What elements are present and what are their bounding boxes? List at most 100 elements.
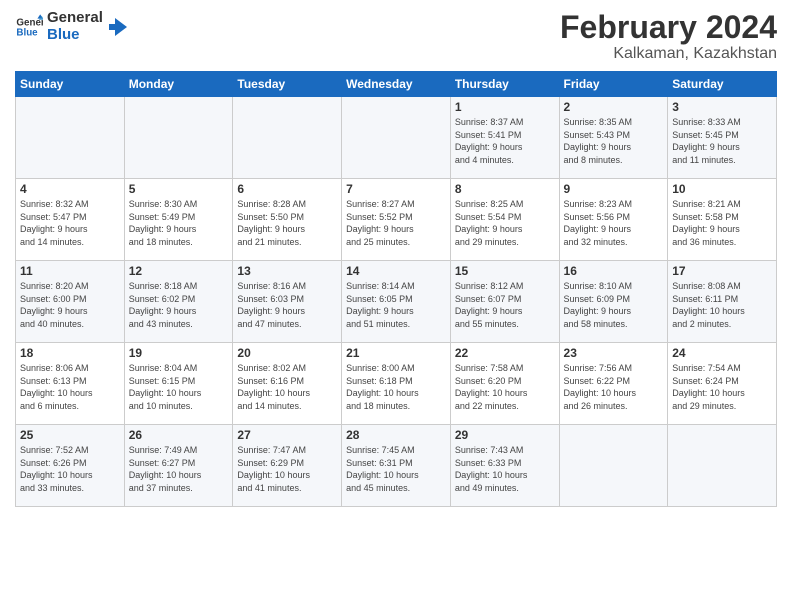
day-info: Sunrise: 8:27 AM Sunset: 5:52 PM Dayligh… (346, 198, 446, 248)
day-number: 5 (129, 182, 229, 196)
table-row (124, 97, 233, 179)
week-row-4: 18 Sunrise: 8:06 AM Sunset: 6:13 PM Dayli… (16, 343, 777, 425)
day-number: 25 (20, 428, 120, 442)
logo-text-blue: Blue (47, 27, 103, 44)
day-info: Sunrise: 8:23 AM Sunset: 5:56 PM Dayligh… (564, 198, 664, 248)
week-row-3: 11 Sunrise: 8:20 AM Sunset: 6:00 PM Dayli… (16, 261, 777, 343)
table-row: 24 Sunrise: 7:54 AM Sunset: 6:24 PM Dayli… (668, 343, 777, 425)
table-row: 29 Sunrise: 7:43 AM Sunset: 6:33 PM Dayli… (450, 425, 559, 507)
day-info: Sunrise: 8:08 AM Sunset: 6:11 PM Dayligh… (672, 280, 772, 330)
day-info: Sunrise: 8:30 AM Sunset: 5:49 PM Dayligh… (129, 198, 229, 248)
calendar-title: February 2024 (560, 10, 777, 45)
header-tuesday: Tuesday (233, 72, 342, 97)
day-info: Sunrise: 8:12 AM Sunset: 6:07 PM Dayligh… (455, 280, 555, 330)
day-number: 17 (672, 264, 772, 278)
header: General Blue General Blue February 2024 … (15, 10, 777, 63)
table-row: 3Sunrise: 8:33 AM Sunset: 5:45 PM Daylig… (668, 97, 777, 179)
week-row-2: 4Sunrise: 8:32 AM Sunset: 5:47 PM Daylig… (16, 179, 777, 261)
day-number: 13 (237, 264, 337, 278)
day-number: 10 (672, 182, 772, 196)
calendar-table: Sunday Monday Tuesday Wednesday Thursday… (15, 71, 777, 507)
day-number: 1 (455, 100, 555, 114)
weekday-header-row: Sunday Monday Tuesday Wednesday Thursday… (16, 72, 777, 97)
header-saturday: Saturday (668, 72, 777, 97)
day-info: Sunrise: 7:43 AM Sunset: 6:33 PM Dayligh… (455, 444, 555, 494)
table-row: 9 Sunrise: 8:23 AM Sunset: 5:56 PM Daylig… (559, 179, 668, 261)
week-row-1: 1 Sunrise: 8:37 AM Sunset: 5:41 PM Daylig… (16, 97, 777, 179)
table-row: 26 Sunrise: 7:49 AM Sunset: 6:27 PM Dayli… (124, 425, 233, 507)
week-row-5: 25 Sunrise: 7:52 AM Sunset: 6:26 PM Dayli… (16, 425, 777, 507)
table-row (233, 97, 342, 179)
day-info: Sunrise: 7:45 AM Sunset: 6:31 PM Dayligh… (346, 444, 446, 494)
header-friday: Friday (559, 72, 668, 97)
table-row: 11 Sunrise: 8:20 AM Sunset: 6:00 PM Dayli… (16, 261, 125, 343)
day-number: 7 (346, 182, 446, 196)
logo-icon: General Blue (15, 13, 43, 41)
day-info: Sunrise: 8:20 AM Sunset: 6:00 PM Dayligh… (20, 280, 120, 330)
day-info: Sunrise: 8:00 AM Sunset: 6:18 PM Dayligh… (346, 362, 446, 412)
day-number: 23 (564, 346, 664, 360)
day-info: Sunrise: 7:52 AM Sunset: 6:26 PM Dayligh… (20, 444, 120, 494)
day-info: Sunrise: 7:54 AM Sunset: 6:24 PM Dayligh… (672, 362, 772, 412)
table-row: 19 Sunrise: 8:04 AM Sunset: 6:15 PM Dayli… (124, 343, 233, 425)
header-sunday: Sunday (16, 72, 125, 97)
title-block: February 2024 Kalkaman, Kazakhstan (560, 10, 777, 63)
logo-text-general: General (47, 10, 103, 27)
table-row: 4Sunrise: 8:32 AM Sunset: 5:47 PM Daylig… (16, 179, 125, 261)
day-number: 28 (346, 428, 446, 442)
logo-arrow-icon (107, 16, 129, 38)
day-number: 6 (237, 182, 337, 196)
table-row: 5 Sunrise: 8:30 AM Sunset: 5:49 PM Daylig… (124, 179, 233, 261)
day-number: 12 (129, 264, 229, 278)
day-info: Sunrise: 8:33 AM Sunset: 5:45 PM Dayligh… (672, 116, 772, 166)
day-info: Sunrise: 8:28 AM Sunset: 5:50 PM Dayligh… (237, 198, 337, 248)
page: General Blue General Blue February 2024 … (0, 0, 792, 612)
table-row: 28 Sunrise: 7:45 AM Sunset: 6:31 PM Dayli… (342, 425, 451, 507)
day-number: 29 (455, 428, 555, 442)
table-row: 18 Sunrise: 8:06 AM Sunset: 6:13 PM Dayli… (16, 343, 125, 425)
table-row: 25 Sunrise: 7:52 AM Sunset: 6:26 PM Dayli… (16, 425, 125, 507)
table-row: 1 Sunrise: 8:37 AM Sunset: 5:41 PM Daylig… (450, 97, 559, 179)
calendar-subtitle: Kalkaman, Kazakhstan (560, 45, 777, 63)
header-monday: Monday (124, 72, 233, 97)
day-number: 8 (455, 182, 555, 196)
table-row: 17 Sunrise: 8:08 AM Sunset: 6:11 PM Dayli… (668, 261, 777, 343)
table-row: 13Sunrise: 8:16 AM Sunset: 6:03 PM Dayli… (233, 261, 342, 343)
day-number: 26 (129, 428, 229, 442)
table-row (668, 425, 777, 507)
day-info: Sunrise: 8:04 AM Sunset: 6:15 PM Dayligh… (129, 362, 229, 412)
svg-text:Blue: Blue (16, 27, 38, 38)
table-row (342, 97, 451, 179)
table-row: 23 Sunrise: 7:56 AM Sunset: 6:22 PM Dayli… (559, 343, 668, 425)
day-number: 24 (672, 346, 772, 360)
day-info: Sunrise: 8:10 AM Sunset: 6:09 PM Dayligh… (564, 280, 664, 330)
day-number: 21 (346, 346, 446, 360)
table-row: 2Sunrise: 8:35 AM Sunset: 5:43 PM Daylig… (559, 97, 668, 179)
table-row (16, 97, 125, 179)
table-row: 10Sunrise: 8:21 AM Sunset: 5:58 PM Dayli… (668, 179, 777, 261)
table-row: 7 Sunrise: 8:27 AM Sunset: 5:52 PM Daylig… (342, 179, 451, 261)
day-number: 9 (564, 182, 664, 196)
table-row: 12 Sunrise: 8:18 AM Sunset: 6:02 PM Dayli… (124, 261, 233, 343)
day-info: Sunrise: 8:37 AM Sunset: 5:41 PM Dayligh… (455, 116, 555, 166)
day-number: 19 (129, 346, 229, 360)
day-info: Sunrise: 8:06 AM Sunset: 6:13 PM Dayligh… (20, 362, 120, 412)
day-info: Sunrise: 8:35 AM Sunset: 5:43 PM Dayligh… (564, 116, 664, 166)
header-wednesday: Wednesday (342, 72, 451, 97)
day-number: 22 (455, 346, 555, 360)
day-info: Sunrise: 8:18 AM Sunset: 6:02 PM Dayligh… (129, 280, 229, 330)
day-number: 27 (237, 428, 337, 442)
day-info: Sunrise: 7:56 AM Sunset: 6:22 PM Dayligh… (564, 362, 664, 412)
table-row: 8Sunrise: 8:25 AM Sunset: 5:54 PM Daylig… (450, 179, 559, 261)
table-row (559, 425, 668, 507)
day-number: 11 (20, 264, 120, 278)
table-row: 21 Sunrise: 8:00 AM Sunset: 6:18 PM Dayli… (342, 343, 451, 425)
day-info: Sunrise: 7:49 AM Sunset: 6:27 PM Dayligh… (129, 444, 229, 494)
day-number: 18 (20, 346, 120, 360)
table-row: 27 Sunrise: 7:47 AM Sunset: 6:29 PM Dayli… (233, 425, 342, 507)
day-info: Sunrise: 8:14 AM Sunset: 6:05 PM Dayligh… (346, 280, 446, 330)
table-row: 6 Sunrise: 8:28 AM Sunset: 5:50 PM Daylig… (233, 179, 342, 261)
day-info: Sunrise: 7:47 AM Sunset: 6:29 PM Dayligh… (237, 444, 337, 494)
header-thursday: Thursday (450, 72, 559, 97)
table-row: 15Sunrise: 8:12 AM Sunset: 6:07 PM Dayli… (450, 261, 559, 343)
